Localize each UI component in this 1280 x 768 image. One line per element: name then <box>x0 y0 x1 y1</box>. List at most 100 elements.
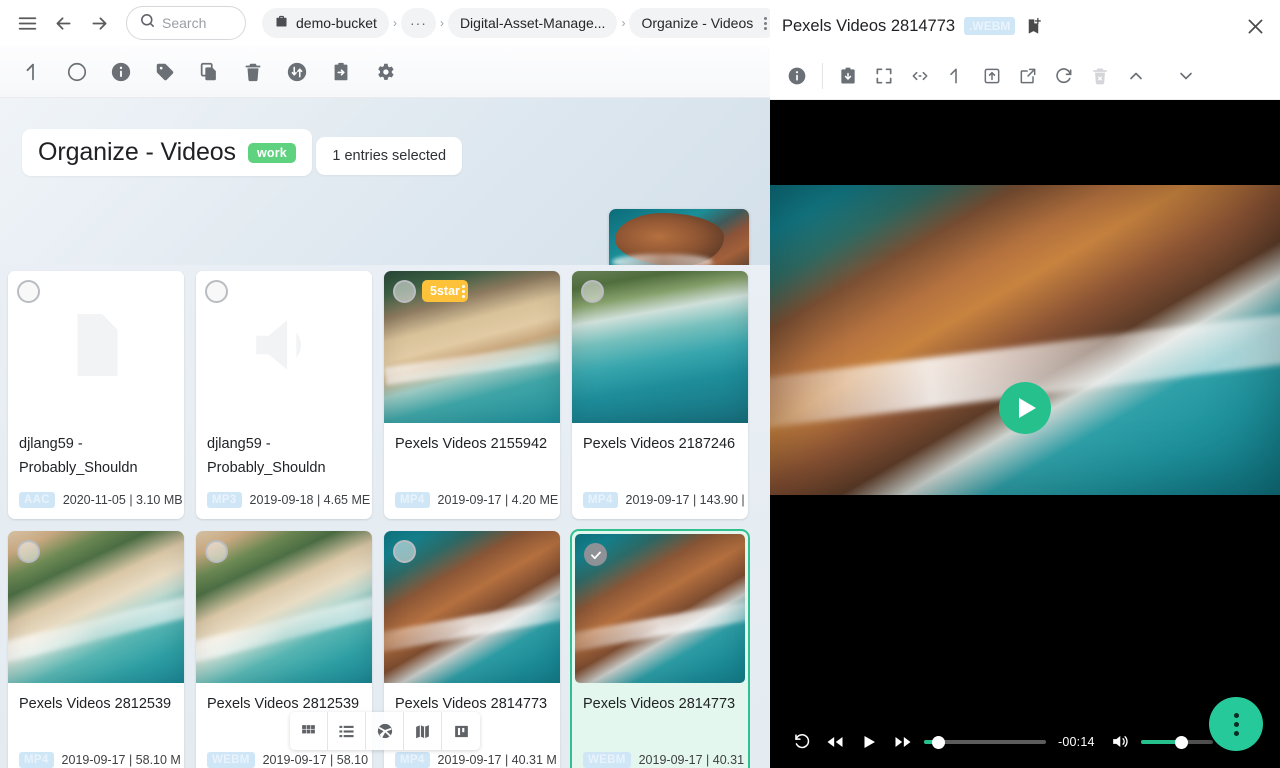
view-kanban-button[interactable] <box>442 712 480 750</box>
breadcrumb-item-bucket[interactable]: demo-bucket <box>262 8 389 38</box>
video-display-area[interactable] <box>770 100 1280 715</box>
audio-icon <box>247 308 321 387</box>
view-list-button[interactable] <box>328 712 366 750</box>
viewer-delete-button <box>1085 61 1115 91</box>
upload-button[interactable] <box>18 57 48 87</box>
asset-card[interactable]: 5star Pexels Videos 2155942 MP42019-09-17 … <box>384 271 560 519</box>
hamburger-menu-icon[interactable] <box>10 6 44 40</box>
format-badge: MP4 <box>19 752 54 768</box>
card-checkbox[interactable] <box>393 280 416 303</box>
rating-label: 5star <box>430 284 460 298</box>
volume-slider[interactable] <box>1141 735 1213 749</box>
card-thumbnail <box>8 531 184 683</box>
card-title: Pexels Videos 2155942 <box>395 433 549 457</box>
video-controls-bar: -00:14 <box>770 715 1280 768</box>
card-thumbnail <box>196 271 372 423</box>
card-checkbox[interactable] <box>393 540 416 563</box>
viewer-title: Pexels Videos 2814773 <box>782 17 955 36</box>
card-meta: Pexels Videos 2812539 <box>8 683 184 752</box>
card-checkbox-checked[interactable] <box>584 543 607 566</box>
card-thumbnail <box>572 271 748 423</box>
asset-grid-scroll[interactable]: djlang59 - Probably_ShouldnAAC2020-11-05… <box>0 265 770 768</box>
card-checkbox[interactable] <box>17 540 40 563</box>
actions-fab[interactable] <box>1209 697 1263 751</box>
play-icon <box>1019 398 1036 418</box>
arrow-left-icon[interactable] <box>46 6 80 40</box>
asset-card[interactable]: Pexels Videos 2812539MP42019-09-17 | 58.… <box>8 531 184 768</box>
card-footer: MP42019-09-17 | 40.31 M <box>384 752 560 768</box>
close-icon[interactable] <box>1245 16 1266 37</box>
arrow-right-icon[interactable] <box>82 6 116 40</box>
rating-badge[interactable]: 5star <box>422 280 468 302</box>
viewer-info-button[interactable] <box>782 61 812 91</box>
asset-card[interactable]: djlang59 - Probably_ShouldnAAC2020-11-05… <box>8 271 184 519</box>
loop-icon[interactable] <box>784 725 818 759</box>
viewer-extension-badge: .WEBM <box>964 17 1015 35</box>
card-thumbnail <box>384 531 560 683</box>
settings-button[interactable] <box>370 57 400 87</box>
viewer-export-button[interactable] <box>977 61 1007 91</box>
info-button[interactable] <box>106 57 136 87</box>
asset-grid: djlang59 - Probably_ShouldnAAC2020-11-05… <box>8 271 762 768</box>
selection-status: 1 entries selected <box>316 137 462 175</box>
search-box[interactable] <box>126 6 246 40</box>
viewer-open-external-button[interactable] <box>1013 61 1043 91</box>
card-thumbnail: 5star <box>384 271 560 423</box>
format-badge: WEBM <box>583 752 631 768</box>
action-toolbar <box>0 46 770 98</box>
collection-header: Organize - Videos work 1 entries selecte… <box>0 98 770 265</box>
card-date-size: 2019-09-18 | 4.65 ME <box>250 493 371 507</box>
viewer-download-button[interactable] <box>833 61 863 91</box>
viewer-next-button[interactable] <box>1171 61 1201 91</box>
card-meta: Pexels Videos 2155942 <box>384 423 560 492</box>
asset-card[interactable]: Pexels Videos 2814773WEBM2019-09-17 | 40… <box>572 531 748 768</box>
bookmark-add-icon[interactable] <box>1024 17 1043 36</box>
volume-on-icon[interactable] <box>1103 725 1137 759</box>
card-title: djlang59 - Probably_Shouldn <box>19 433 173 481</box>
card-title: Pexels Videos 2187246 <box>583 433 737 457</box>
viewer-fit-width-button[interactable] <box>905 61 935 91</box>
card-checkbox[interactable] <box>205 280 228 303</box>
card-footer: MP42019-09-17 | 4.20 ME <box>384 492 560 519</box>
card-thumbnail <box>8 271 184 423</box>
asset-card[interactable]: Pexels Videos 2187246MP42019-09-17 | 143… <box>572 271 748 519</box>
card-checkbox[interactable] <box>581 280 604 303</box>
volume-knob[interactable] <box>1175 736 1188 749</box>
copy-button[interactable] <box>194 57 224 87</box>
breadcrumb-item-current[interactable]: Organize - Videos <box>629 8 770 38</box>
more-vertical-icon[interactable] <box>764 16 767 31</box>
view-grid-button[interactable] <box>290 712 328 750</box>
play-icon[interactable] <box>852 725 886 759</box>
page-title: Organize - Videos <box>38 138 236 167</box>
viewer-prev-button[interactable] <box>1121 61 1151 91</box>
view-photo-button[interactable] <box>366 712 404 750</box>
media-viewer-pane: Pexels Videos 2814773 .WEBM <box>770 0 1280 768</box>
asset-card[interactable]: djlang59 - Probably_ShouldnMP32019-09-18… <box>196 271 372 519</box>
tag-button[interactable] <box>150 57 180 87</box>
breadcrumb-item-folder[interactable]: Digital-Asset-Manage... <box>448 8 618 38</box>
rewind-icon[interactable] <box>818 725 852 759</box>
viewer-refresh-button[interactable] <box>1049 61 1079 91</box>
card-meta: djlang59 - Probably_Shouldn <box>8 423 184 492</box>
viewer-upload-button[interactable] <box>941 61 971 91</box>
format-badge: AAC <box>19 492 55 508</box>
card-checkbox[interactable] <box>205 540 228 563</box>
more-vertical-icon[interactable] <box>462 284 465 299</box>
breadcrumb-item-ellipsis[interactable]: ··· <box>401 8 436 38</box>
progress-slider[interactable] <box>924 735 1046 749</box>
transfer-button[interactable] <box>282 57 312 87</box>
card-meta: Pexels Videos 2187246 <box>572 423 748 492</box>
card-checkbox[interactable] <box>17 280 40 303</box>
format-badge: MP3 <box>207 492 242 508</box>
delete-button[interactable] <box>238 57 268 87</box>
view-map-button[interactable] <box>404 712 442 750</box>
select-all-button[interactable] <box>62 57 92 87</box>
search-input[interactable] <box>162 15 232 31</box>
progress-knob[interactable] <box>932 736 945 749</box>
viewer-fullscreen-button[interactable] <box>869 61 899 91</box>
card-date-size: 2019-09-17 | 40.31 M <box>438 753 557 767</box>
play-overlay-button[interactable] <box>999 382 1051 434</box>
move-button[interactable] <box>326 57 356 87</box>
tag-badge: work <box>248 143 296 163</box>
fast-forward-icon[interactable] <box>886 725 920 759</box>
